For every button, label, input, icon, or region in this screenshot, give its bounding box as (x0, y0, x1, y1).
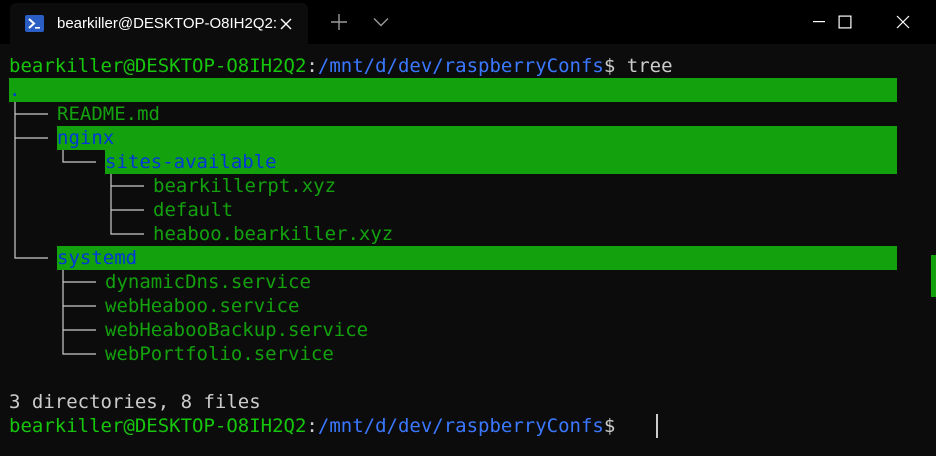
tree-entry-file: default (153, 199, 234, 221)
title-bar: bearkiller@DESKTOP-O8IH2Q2: (0, 0, 936, 44)
prompt-separator: : (306, 55, 318, 77)
tree-entry-file: webHeaboo.service (105, 295, 300, 317)
close-icon[interactable] (274, 12, 298, 36)
tree-entry-file: bearkillerpt.xyz (153, 175, 337, 197)
tree-entry-file: heaboo.bearkiller.xyz (153, 223, 394, 245)
prompt-separator: : (306, 415, 318, 437)
tree-entry-file: dynamicDns.service (105, 271, 311, 293)
prompt-dollar: $ (603, 55, 616, 77)
prompt-user: bearkiller@DESKTOP-O8IH2Q2 (9, 415, 307, 437)
close-window-button[interactable] (880, 0, 926, 44)
command-text: tree (615, 55, 673, 77)
new-tab-button[interactable] (316, 0, 362, 44)
plus-icon (331, 14, 347, 30)
terminal-tab[interactable]: bearkiller@DESKTOP-O8IH2Q2: (10, 3, 308, 44)
prompt-user: bearkiller@DESKTOP-O8IH2Q2 (9, 55, 307, 77)
tree-entry-file: webHeabooBackup.service (105, 319, 369, 341)
close-icon (896, 15, 910, 29)
terminal-output[interactable]: bearkiller@DESKTOP-O8IH2Q2:/mnt/d/dev/ra… (0, 44, 936, 456)
tree-entry-dir: systemd (57, 247, 138, 269)
chevron-down-icon (373, 18, 389, 27)
tree-entry-dir: sites-available (105, 151, 277, 173)
maximize-icon (838, 15, 852, 29)
powershell-icon (25, 14, 44, 33)
prompt-line: bearkiller@DESKTOP-O8IH2Q2:/mnt/d/dev/ra… (9, 414, 615, 438)
prompt-path: /mnt/d/dev/raspberryConfs (317, 415, 604, 437)
tree-root: . (9, 79, 21, 101)
terminal-window: bearkiller@DESKTOP-O8IH2Q2: bearkiller@D… (0, 0, 936, 456)
scrollbar-mark[interactable] (931, 255, 936, 297)
tab-dropdown-button[interactable] (358, 0, 404, 44)
text-cursor (656, 414, 658, 438)
tab-title: bearkiller@DESKTOP-O8IH2Q2: (57, 15, 278, 32)
prompt-path: /mnt/d/dev/raspberryConfs (317, 55, 604, 77)
prompt-dollar: $ (603, 415, 616, 437)
tree-entry-file: README.md (57, 103, 160, 125)
tree-summary: 3 directories, 8 files (9, 391, 261, 413)
maximize-button[interactable] (822, 0, 868, 44)
prompt-line: bearkiller@DESKTOP-O8IH2Q2:/mnt/d/dev/ra… (9, 54, 673, 78)
tree-entry-file: webPortfolio.service (105, 343, 334, 365)
tree-entry-dir: nginx (57, 127, 115, 149)
